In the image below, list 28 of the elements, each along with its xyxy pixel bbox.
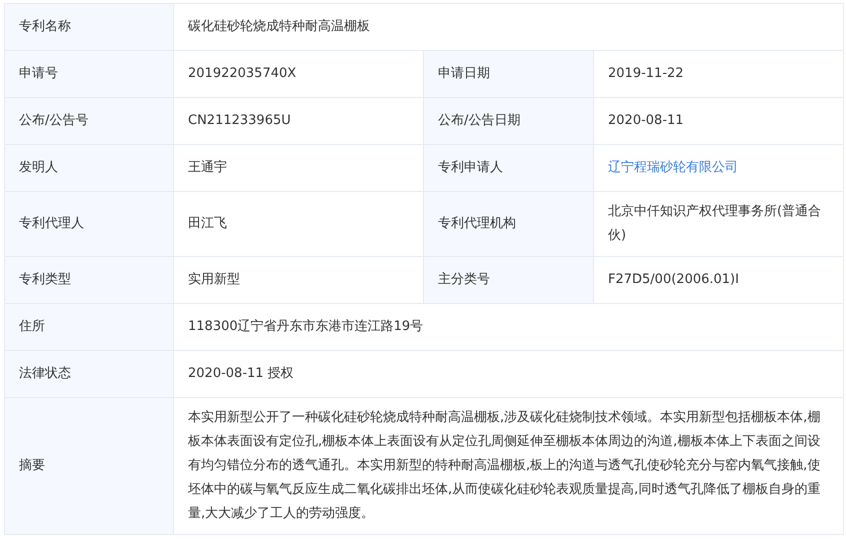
field-label: 法律状态 [4,350,174,398]
field-label: 公布/公告号 [4,98,174,144]
field-label: 专利代理机构 [424,192,594,256]
field-value: 201922035740X [174,50,424,98]
field-value: 田江飞 [174,192,424,256]
field-label: 住所 [4,304,174,350]
field-value: 碳化硅砂轮烧成特种耐高温棚板 [174,4,844,50]
field-value: 本实用新型公开了一种碳化硅砂轮烧成特种耐高温棚板,涉及碳化硅烧制技术领域。本实用新型包括棚板本体,棚板本体表面设有定位孔,棚板本体上表面设有从定位孔周侧延伸至棚板本体周边的沟道,棚板本体上下表面之间设有均匀错位分布的透气通孔。本实用新型的特种耐高温棚板,板上的沟道与透气孔使砂轮充分与窑内氧气接触,使坯体中的碳与氧气反应生成二氧化碳排出坯体,从而使碳化硅砂轮表观质量提高,同时透气孔降低了棚板自身的重量,大大减少了工人的劳动强度。 [174,398,844,534]
field-label: 申请日期 [424,50,594,98]
field-value: 实用新型 [174,256,424,304]
field-label: 专利申请人 [424,144,594,192]
field-label: 主分类号 [424,256,594,304]
field-value: F27D5/00(2006.01)I [594,256,844,304]
field-value: 北京中仟知识产权代理事务所(普通合伙) [594,192,844,256]
field-value: 王通宇 [174,144,424,192]
field-value: CN211233965U [174,98,424,144]
field-label: 公布/公告日期 [424,98,594,144]
field-label: 摘要 [4,398,174,534]
field-value: 2020-08-11 授权 [174,350,844,398]
field-value: 2020-08-11 [594,98,844,144]
field-value: 2019-11-22 [594,50,844,98]
field-value: 118300辽宁省丹东市东港市连江路19号 [174,304,844,350]
field-label: 专利代理人 [4,192,174,256]
field-label: 申请号 [4,50,174,98]
field-label: 发明人 [4,144,174,192]
applicant-link[interactable]: 辽宁程瑞砂轮有限公司 [608,160,738,175]
field-label: 专利名称 [4,4,174,50]
field-label: 专利类型 [4,256,174,304]
